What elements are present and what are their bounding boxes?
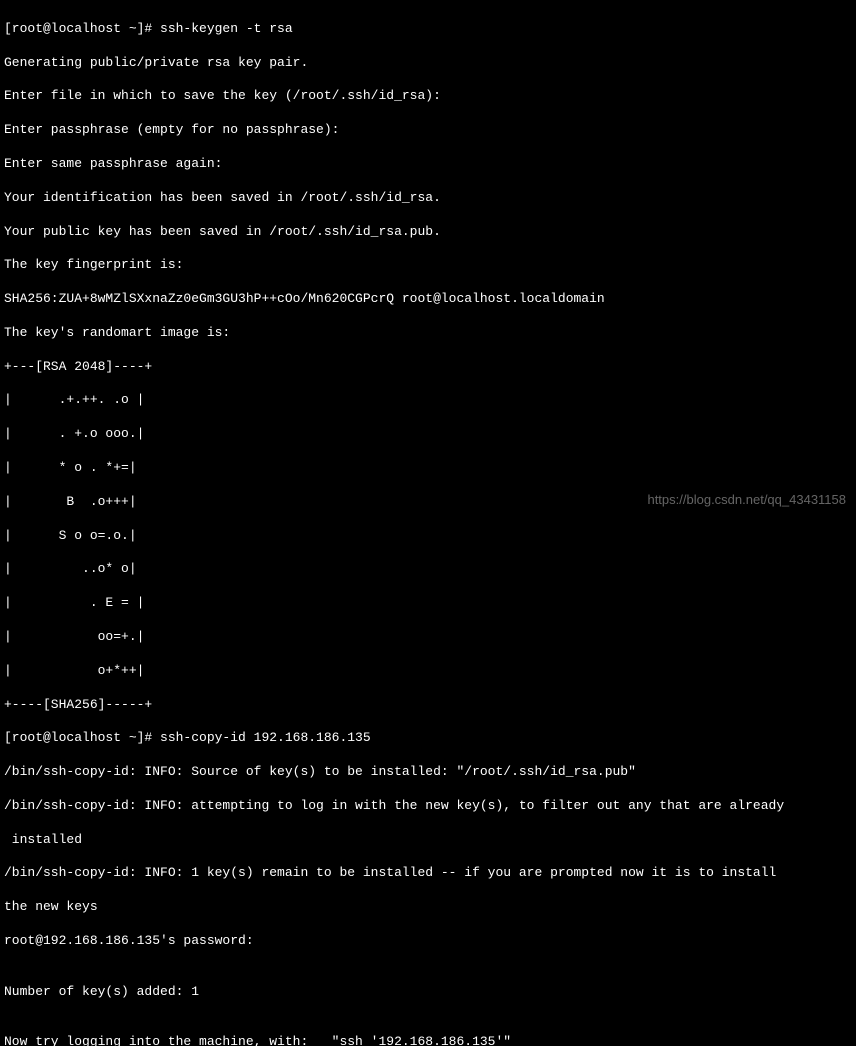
output-line: The key fingerprint is: [4, 257, 852, 274]
output-line: Now try logging into the machine, with: … [4, 1034, 852, 1046]
randomart-line: | .+.++. .o | [4, 392, 852, 409]
output-line: Enter file in which to save the key (/ro… [4, 88, 852, 105]
output-line: the new keys [4, 899, 852, 916]
output-line: root@192.168.186.135's password: [4, 933, 852, 950]
output-line: Number of key(s) added: 1 [4, 984, 852, 1001]
output-line: /bin/ssh-copy-id: INFO: attempting to lo… [4, 798, 852, 815]
output-line: /bin/ssh-copy-id: INFO: Source of key(s)… [4, 764, 852, 781]
watermark-text: https://blog.csdn.net/qq_43431158 [647, 492, 846, 509]
terminal-output: [root@localhost ~]# ssh-keygen -t rsa Ge… [4, 4, 852, 1046]
randomart-line: +---[RSA 2048]----+ [4, 359, 852, 376]
prompt-line: [root@localhost ~]# ssh-copy-id 192.168.… [4, 730, 852, 747]
output-line: Generating public/private rsa key pair. [4, 55, 852, 72]
randomart-line: | . E = | [4, 595, 852, 612]
output-line: SHA256:ZUA+8wMZlSXxnaZz0eGm3GU3hP++cOo/M… [4, 291, 852, 308]
output-line: Your public key has been saved in /root/… [4, 224, 852, 241]
output-line: The key's randomart image is: [4, 325, 852, 342]
randomart-line: | . +.o ooo.| [4, 426, 852, 443]
output-line: Enter same passphrase again: [4, 156, 852, 173]
randomart-line: +----[SHA256]-----+ [4, 697, 852, 714]
prompt-line: [root@localhost ~]# ssh-keygen -t rsa [4, 21, 852, 38]
output-line: installed [4, 832, 852, 849]
output-line: Your identification has been saved in /r… [4, 190, 852, 207]
output-line: Enter passphrase (empty for no passphras… [4, 122, 852, 139]
randomart-line: | oo=+.| [4, 629, 852, 646]
randomart-line: | ..o* o| [4, 561, 852, 578]
randomart-line: | * o . *+=| [4, 460, 852, 477]
output-line: /bin/ssh-copy-id: INFO: 1 key(s) remain … [4, 865, 852, 882]
randomart-line: | S o o=.o.| [4, 528, 852, 545]
randomart-line: | o+*++| [4, 663, 852, 680]
